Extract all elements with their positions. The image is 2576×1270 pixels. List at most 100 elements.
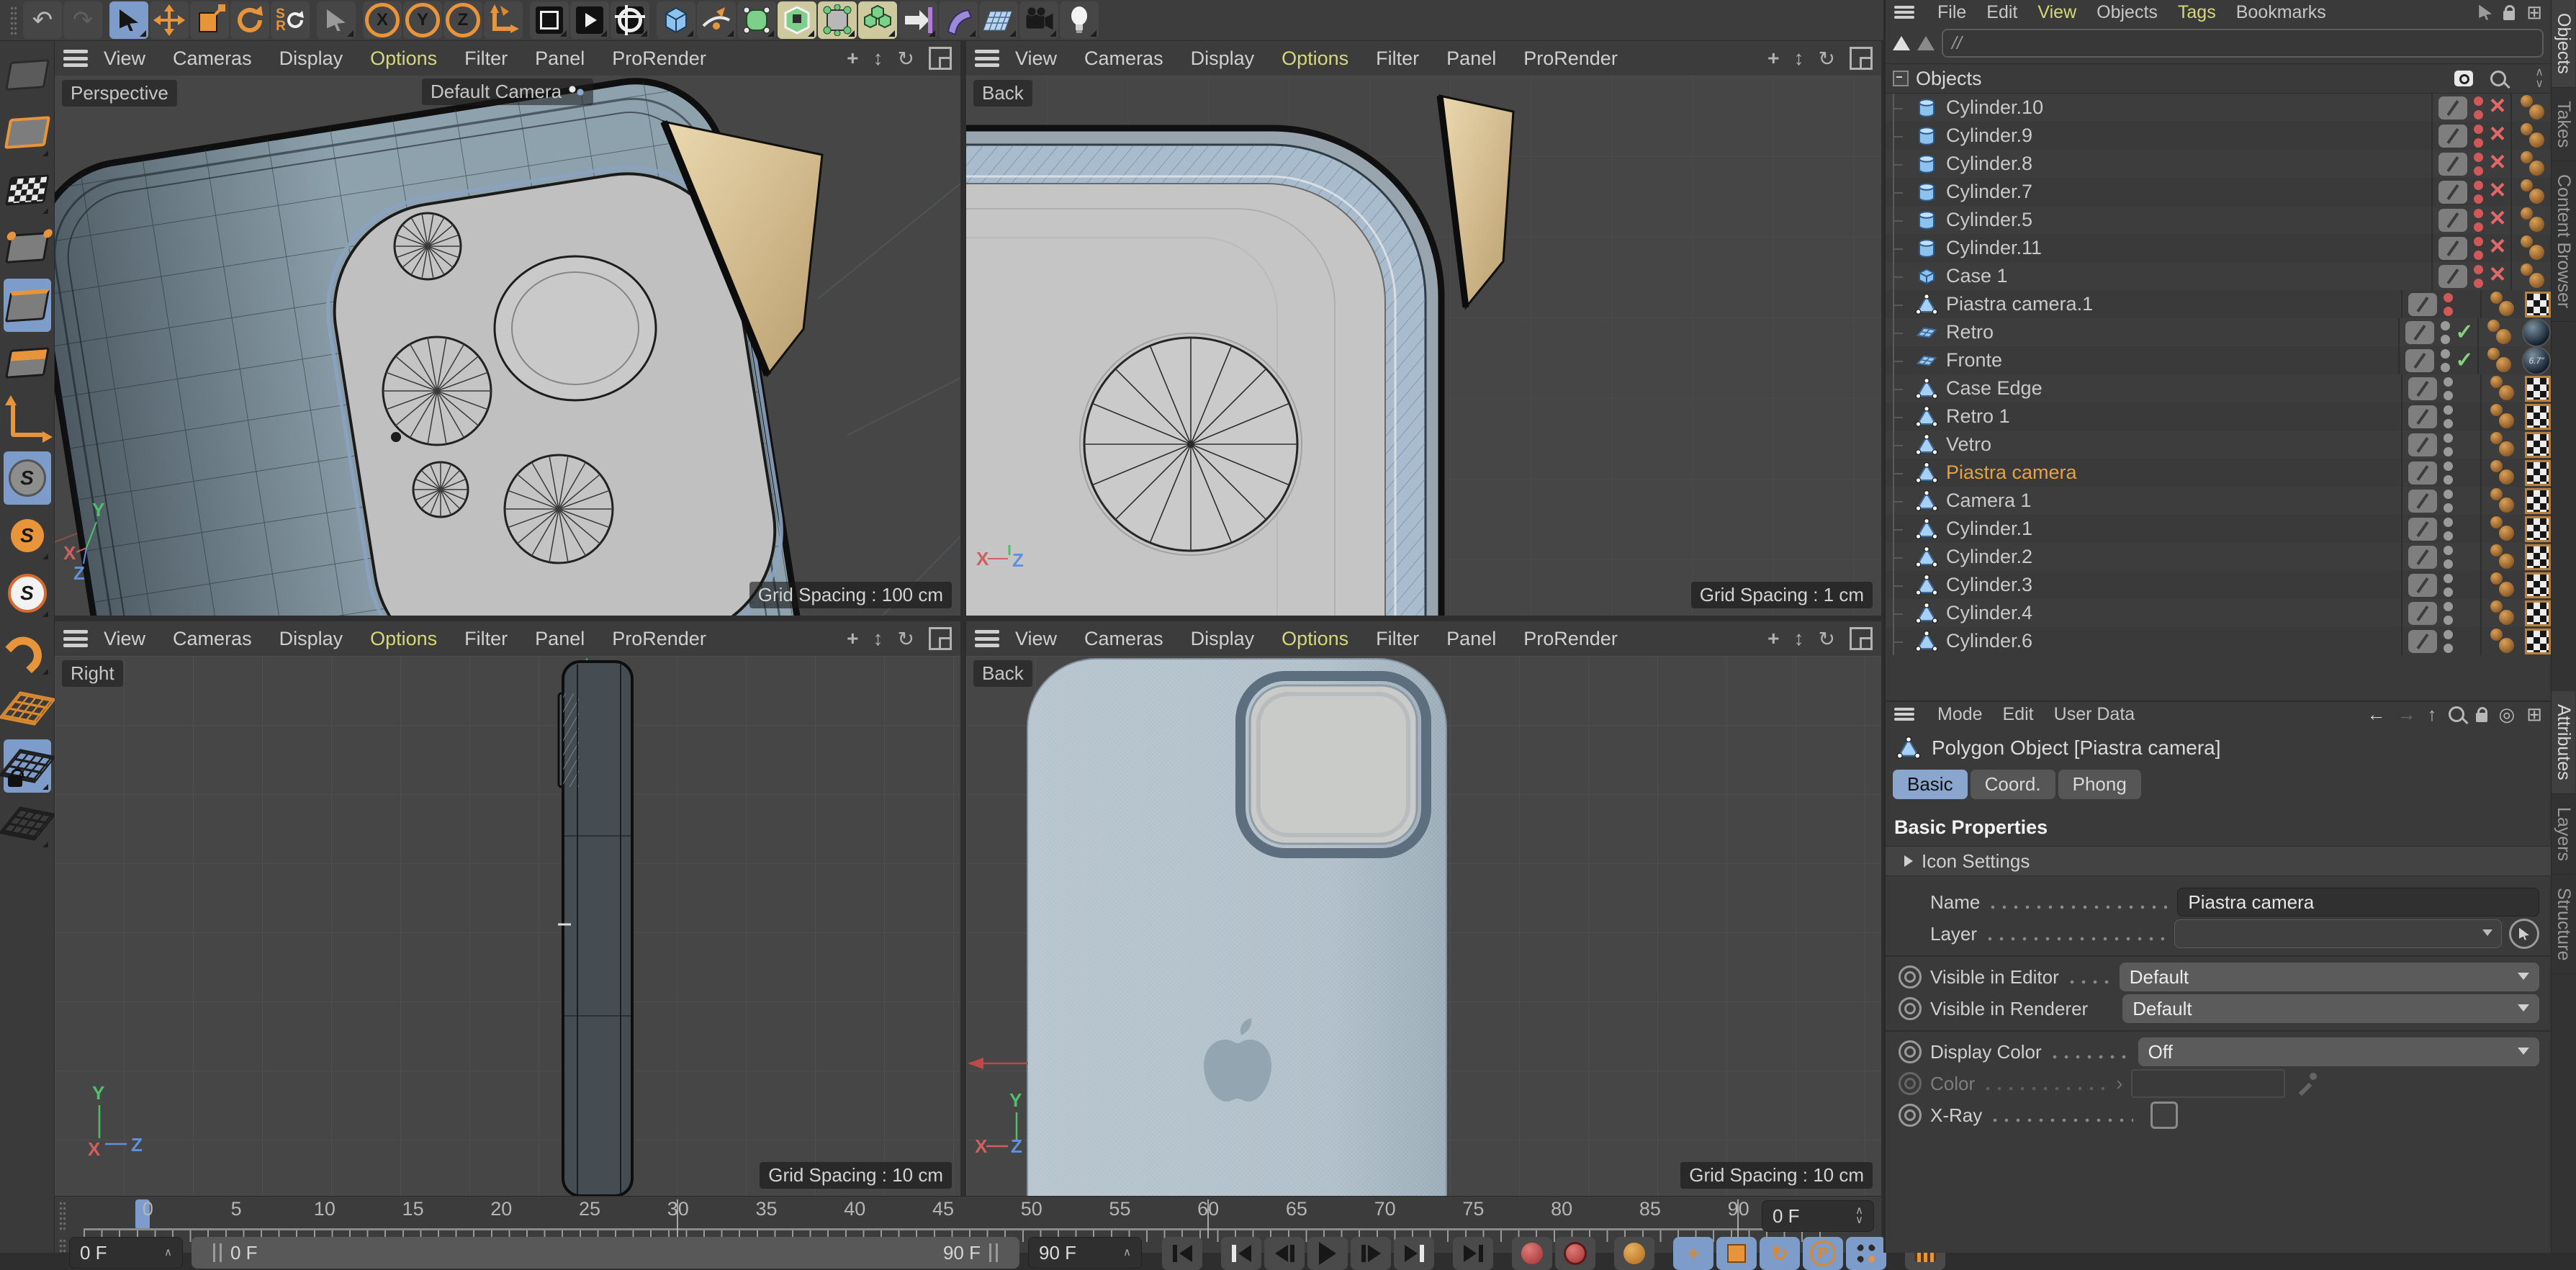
visibility-dots[interactable] bbox=[2443, 292, 2454, 317]
texture-tag[interactable] bbox=[2525, 629, 2551, 654]
timeline-range-slider[interactable]: 0 F 90 F bbox=[192, 1237, 1019, 1269]
object-row[interactable]: Cylinder.10 bbox=[1886, 94, 2551, 122]
key-pla-button[interactable] bbox=[1846, 1237, 1886, 1270]
viewport-menu-item[interactable]: Cameras bbox=[1084, 48, 1163, 70]
viewport-canvas-back-top[interactable]: X Z Back Grid Spacing : 1 cm bbox=[966, 76, 1881, 616]
layer-toggle[interactable] bbox=[2438, 96, 2467, 120]
viewport-menu-item[interactable]: ProRender bbox=[612, 48, 706, 70]
move-tool-button[interactable] bbox=[150, 1, 189, 39]
phong-tag[interactable] bbox=[2489, 600, 2521, 626]
timeline-ruler[interactable]: 051015202530354045505560657075808590 bbox=[104, 1198, 1783, 1220]
previous-key-button[interactable] bbox=[1221, 1237, 1261, 1270]
camera-button[interactable] bbox=[1019, 1, 1058, 39]
magnet[interactable]: S bbox=[4, 624, 51, 677]
key-position-button[interactable]: + bbox=[1673, 1237, 1713, 1270]
om-pick-icon[interactable] bbox=[2479, 5, 2492, 20]
layer-toggle[interactable] bbox=[2438, 153, 2467, 176]
keyframe-circle[interactable] bbox=[1899, 1040, 1922, 1063]
render-state-icon[interactable] bbox=[2485, 207, 2510, 233]
layer-toggle[interactable] bbox=[2438, 181, 2467, 204]
side-tab[interactable]: Structure bbox=[2552, 875, 2575, 974]
texture-mode[interactable]: S bbox=[4, 163, 51, 217]
phong-tag[interactable] bbox=[2489, 292, 2521, 318]
object-manager-menu-icon[interactable] bbox=[1894, 6, 1914, 19]
viewport-menu-item[interactable]: Panel bbox=[535, 48, 585, 70]
layer-toggle[interactable] bbox=[2408, 405, 2437, 428]
visibility-dots[interactable] bbox=[2443, 545, 2454, 569]
texture-tag[interactable] bbox=[2525, 376, 2551, 402]
phong-tag[interactable] bbox=[2519, 179, 2551, 205]
undo-button[interactable]: ↶ bbox=[23, 1, 62, 39]
layer-dropdown[interactable] bbox=[2174, 919, 2502, 948]
side-tab[interactable]: Objects bbox=[2552, 0, 2575, 88]
visible-editor-dropdown[interactable]: Default bbox=[2120, 963, 2539, 991]
edge-mode[interactable]: S bbox=[4, 279, 51, 332]
visibility-dots[interactable] bbox=[2443, 489, 2454, 513]
viewport-menu-item[interactable]: Panel bbox=[1446, 48, 1496, 70]
viewport-menu-item[interactable]: Filter bbox=[1376, 628, 1419, 650]
list-scroll-arrows[interactable]: ∧∨ bbox=[2535, 68, 2544, 90]
redo-button[interactable]: ↷ bbox=[63, 1, 102, 39]
visibility-dots[interactable] bbox=[2473, 208, 2485, 233]
axis-mode[interactable]: S bbox=[4, 394, 51, 447]
viewport-menu-item[interactable]: View bbox=[1015, 628, 1057, 650]
render-settings-button[interactable] bbox=[611, 1, 649, 39]
viewport-menu-item[interactable]: Filter bbox=[1376, 48, 1419, 70]
viewport-zoom-icon[interactable]: ↕ bbox=[873, 627, 883, 650]
timeline-grip[interactable] bbox=[59, 1201, 66, 1233]
path-up-icon[interactable] bbox=[1893, 36, 1910, 50]
layer-toggle[interactable] bbox=[2405, 321, 2434, 344]
viewport-canvas-perspective[interactable]: Y X Z Perspective Default Camera Grid Sp… bbox=[55, 76, 960, 616]
viewport-maximize-icon[interactable] bbox=[1850, 47, 1873, 70]
end-frame-spinner[interactable]: 90 F∧ bbox=[1028, 1237, 1142, 1269]
viewport-pan-icon[interactable]: + bbox=[847, 627, 858, 650]
viewport-menu-item[interactable]: Options bbox=[1282, 48, 1348, 70]
ffd-deformer-button[interactable] bbox=[818, 1, 857, 39]
object-row[interactable]: Piastra camera.1 bbox=[1886, 290, 2551, 318]
key-rotation-button[interactable]: ↻ bbox=[1760, 1237, 1800, 1270]
current-frame-spinner[interactable]: 0 F∧∨ bbox=[1762, 1200, 1874, 1232]
visibility-dots[interactable] bbox=[2473, 96, 2485, 120]
am-tab[interactable]: Coord. bbox=[1971, 770, 2055, 799]
viewport-rotate-icon[interactable]: ↻ bbox=[898, 47, 914, 71]
record-keyframe-button[interactable] bbox=[1512, 1237, 1552, 1270]
visibility-dots[interactable] bbox=[2440, 348, 2451, 373]
color-swatch[interactable] bbox=[2131, 1069, 2285, 1098]
texture-tag[interactable] bbox=[2525, 600, 2551, 626]
viewport-menu-item[interactable]: Display bbox=[1191, 48, 1255, 70]
object-row[interactable]: Case Edge bbox=[1886, 374, 2551, 402]
visibility-dots[interactable] bbox=[2440, 320, 2451, 345]
layer-toggle[interactable] bbox=[2408, 490, 2437, 513]
visibility-dots[interactable] bbox=[2443, 517, 2454, 541]
extrude-generator-button[interactable] bbox=[778, 1, 816, 39]
texture-tag[interactable] bbox=[2525, 488, 2551, 514]
goto-start-button[interactable] bbox=[1162, 1237, 1202, 1270]
om-add-panel-icon[interactable]: ⊞ bbox=[2526, 1, 2542, 24]
previous-frame-button[interactable] bbox=[1264, 1237, 1305, 1270]
viewport-menu-item[interactable]: Panel bbox=[1446, 628, 1496, 650]
viewport-maximize-icon[interactable] bbox=[1850, 627, 1873, 650]
key-parameter-button[interactable]: P bbox=[1803, 1237, 1843, 1270]
am-menu-userdata[interactable]: User Data bbox=[2054, 704, 2135, 725]
coordinate-system-button[interactable] bbox=[484, 1, 523, 39]
phong-tag[interactable] bbox=[2519, 207, 2551, 233]
object-row[interactable]: Cylinder.1 bbox=[1886, 515, 2551, 543]
deformer-button[interactable] bbox=[939, 1, 978, 39]
next-frame-button[interactable] bbox=[1351, 1237, 1391, 1270]
render-picture-viewer-button[interactable] bbox=[570, 1, 609, 39]
visible-renderer-dropdown[interactable]: Default bbox=[2122, 994, 2539, 1023]
viewport-zoom-icon[interactable]: ↕ bbox=[873, 47, 883, 70]
range-grip-right[interactable] bbox=[989, 1243, 998, 1262]
texture-tag[interactable] bbox=[2525, 292, 2551, 318]
lock-z-button[interactable]: Z bbox=[443, 1, 482, 39]
am-menu-mode[interactable]: Mode bbox=[1937, 704, 1983, 725]
viewport-pan-icon[interactable]: + bbox=[1767, 47, 1779, 70]
phong-tag[interactable] bbox=[2486, 320, 2518, 346]
object-row[interactable]: Camera 1 bbox=[1886, 487, 2551, 515]
search-icon[interactable] bbox=[2490, 71, 2506, 86]
object-row[interactable]: Piastra camera bbox=[1886, 459, 2551, 487]
object-manager-menu-item[interactable]: File bbox=[1937, 2, 1966, 23]
object-manager-menu-item[interactable]: Bookmarks bbox=[2236, 2, 2326, 23]
texture-tag[interactable] bbox=[2525, 432, 2551, 458]
point-mode[interactable]: S bbox=[4, 221, 51, 274]
